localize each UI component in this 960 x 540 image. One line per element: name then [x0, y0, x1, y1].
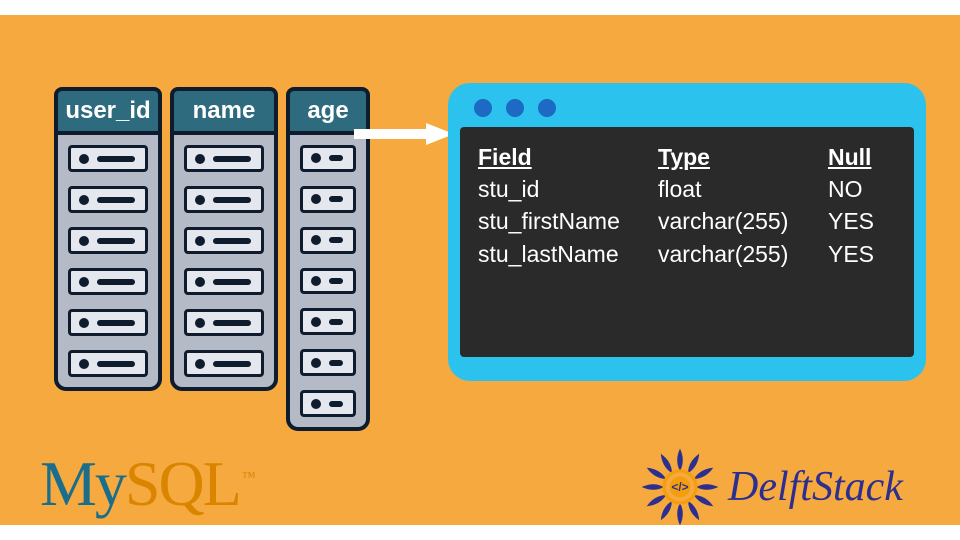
terminal-body: Field Type Null stu_id float NO stu_firs…: [460, 127, 914, 357]
row-slot: [300, 186, 356, 213]
column-body: [54, 131, 162, 391]
mysql-logo-sql: SQL: [125, 447, 240, 521]
cell-null: NO: [828, 173, 898, 205]
row-slot: [300, 349, 356, 376]
row-slot: [68, 145, 148, 172]
row-slot: [184, 145, 264, 172]
delftstack-logo-text: DelftStack: [728, 463, 903, 511]
cell-null: YES: [828, 238, 898, 270]
cell-null: YES: [828, 205, 898, 237]
column-body: [170, 131, 278, 391]
cell-type: varchar(255): [658, 238, 828, 270]
row-slot: [300, 145, 356, 172]
row-slot: [184, 227, 264, 254]
header-null: Null: [828, 141, 898, 173]
traffic-light-icon: [538, 99, 556, 117]
row-slot: [300, 268, 356, 295]
mysql-logo: My SQL ™: [40, 447, 254, 521]
column-header: user_id: [54, 87, 162, 131]
cell-type: varchar(255): [658, 205, 828, 237]
table-row: stu_id float NO: [478, 173, 896, 205]
header-field: Field: [478, 141, 658, 173]
row-slot: [68, 186, 148, 213]
row-slot: [184, 350, 264, 377]
row-slot: [68, 227, 148, 254]
arrow-right-icon: [354, 123, 454, 145]
traffic-light-icon: [506, 99, 524, 117]
cell-field: stu_id: [478, 173, 658, 205]
row-slot: [184, 309, 264, 336]
column-header: name: [170, 87, 278, 131]
row-slot: [68, 350, 148, 377]
cell-field: stu_firstName: [478, 205, 658, 237]
row-slot: [300, 227, 356, 254]
row-slot: [184, 186, 264, 213]
cell-field: stu_lastName: [478, 238, 658, 270]
mysql-logo-tm: ™: [242, 470, 256, 486]
canvas: user_id name: [0, 0, 960, 540]
db-columns-graphic: user_id name: [54, 87, 370, 431]
table-row: stu_firstName varchar(255) YES: [478, 205, 896, 237]
row-slot: [184, 268, 264, 295]
describe-output-window: Field Type Null stu_id float NO stu_firs…: [448, 83, 926, 381]
cell-type: float: [658, 173, 828, 205]
row-slot: [68, 268, 148, 295]
row-slot: [300, 390, 356, 417]
table-header-row: Field Type Null: [478, 141, 896, 173]
traffic-light-icon: [474, 99, 492, 117]
row-slot: [68, 309, 148, 336]
column-body: [286, 131, 370, 431]
delftstack-logo: </>: [640, 447, 903, 527]
column-name: name: [170, 87, 278, 431]
window-titlebar: [460, 95, 914, 127]
mandala-icon: </>: [640, 447, 720, 527]
svg-text:</>: </>: [671, 480, 688, 494]
mysql-logo-my: My: [40, 447, 125, 521]
row-slot: [300, 308, 356, 335]
table-row: stu_lastName varchar(255) YES: [478, 238, 896, 270]
orange-stage: user_id name: [0, 15, 960, 525]
column-user-id: user_id: [54, 87, 162, 431]
header-type: Type: [658, 141, 828, 173]
